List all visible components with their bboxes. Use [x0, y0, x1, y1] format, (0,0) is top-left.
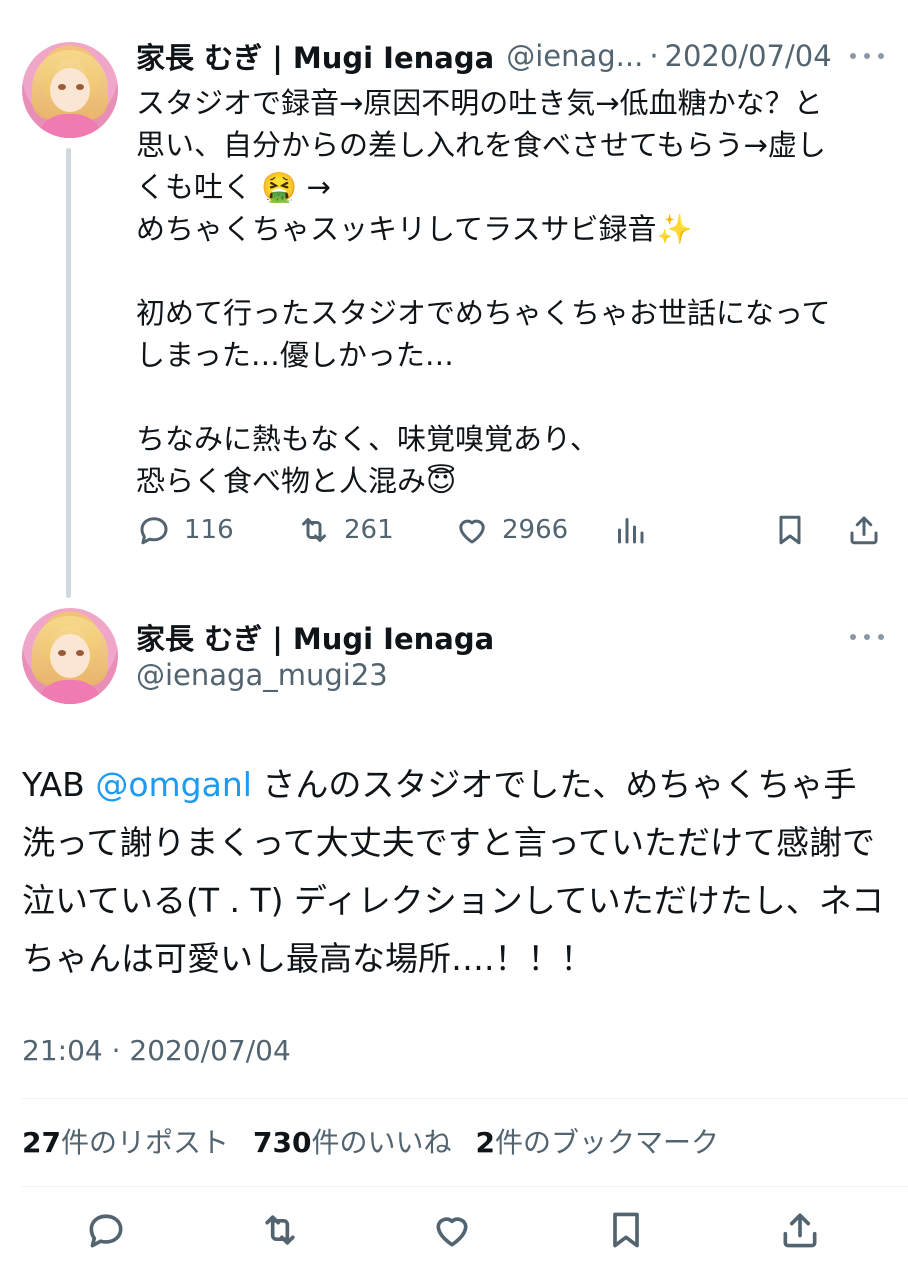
user-handle[interactable]: @ienaga_mugi23: [136, 658, 388, 692]
reply-count: 116: [184, 515, 234, 545]
tweet-text: スタジオで録音→原因不明の吐き気→低血糖かな？と 思い、自分からの差し入れを食べ…: [136, 86, 831, 498]
likes-stat[interactable]: 730件のいいね: [253, 1126, 451, 1159]
like-button[interactable]: 2966: [454, 506, 568, 554]
repost-count: 261: [344, 515, 394, 545]
bookmark-button[interactable]: [772, 506, 808, 554]
reply-icon: [140, 517, 168, 545]
more-options-icon[interactable]: [850, 632, 884, 642]
repost-button[interactable]: 261: [296, 506, 394, 554]
like-button[interactable]: [428, 1206, 476, 1254]
like-count: 2966: [502, 515, 569, 545]
views-button[interactable]: [612, 506, 648, 554]
share-icon: [783, 1213, 817, 1248]
tweet-date[interactable]: 2020/07/04: [665, 39, 832, 73]
like-icon: [459, 519, 485, 544]
bookmarks-label: 件のブックマーク: [494, 1126, 719, 1159]
reply-button[interactable]: 116: [136, 506, 234, 554]
avatar[interactable]: [22, 42, 118, 138]
mention-link[interactable]: @omganl: [95, 765, 252, 804]
tweet-timestamp[interactable]: 21:04 · 2020/07/04: [22, 1034, 291, 1067]
tweet-header: 家長 むぎ | Mugi Ienaga @ienag... · 2020/07/…: [136, 36, 878, 76]
display-name[interactable]: 家長 むぎ | Mugi Ienaga: [136, 616, 494, 658]
bookmark-icon: [779, 515, 801, 545]
repost-icon: [302, 518, 326, 542]
reposts-stat[interactable]: 27件のリポスト: [22, 1126, 229, 1159]
thread-connector-line: [66, 148, 71, 598]
like-icon: [436, 1217, 468, 1247]
tweet-thread-page: 家長 むぎ | Mugi Ienaga @ienag... · 2020/07/…: [0, 0, 908, 1280]
repost-button[interactable]: [256, 1206, 304, 1254]
more-options-icon[interactable]: [850, 51, 884, 61]
share-button[interactable]: [776, 1206, 824, 1254]
bookmarks-stat[interactable]: 2件のブックマーク: [475, 1126, 719, 1159]
bookmarks-count: 2: [475, 1126, 495, 1159]
likes-count: 730: [252, 1126, 312, 1159]
avatar[interactable]: [22, 608, 118, 704]
reposts-label: 件のリポスト: [60, 1126, 229, 1159]
reply-button[interactable]: [82, 1206, 130, 1254]
repost-icon: [265, 1215, 295, 1245]
likes-label: 件のいいね: [311, 1126, 452, 1159]
main-tweet-actions: [0, 1206, 908, 1262]
tweet-text: YAB @omganl さんのスタジオでした、めちゃくちゃ手洗って謝りまくって大…: [22, 756, 888, 988]
bookmark-icon: [613, 1212, 639, 1248]
bookmark-button[interactable]: [602, 1206, 650, 1254]
user-handle[interactable]: @ienag...: [506, 39, 643, 73]
reply-icon: [89, 1214, 123, 1248]
separator-dot: ·: [649, 39, 659, 73]
display-name[interactable]: 家長 むぎ | Mugi Ienaga: [136, 35, 494, 77]
engagement-stats: 27件のリポスト 730件のいいね 2件のブックマーク: [22, 1121, 743, 1161]
share-icon: [850, 516, 878, 545]
reposts-count: 27: [22, 1126, 61, 1159]
share-button[interactable]: [846, 506, 882, 554]
tweet-actions: 116 261 2966: [136, 506, 886, 554]
views-icon: [618, 518, 644, 544]
divider: [22, 1098, 908, 1099]
divider: [22, 1186, 908, 1187]
tweet-text-prefix: YAB: [22, 765, 96, 804]
